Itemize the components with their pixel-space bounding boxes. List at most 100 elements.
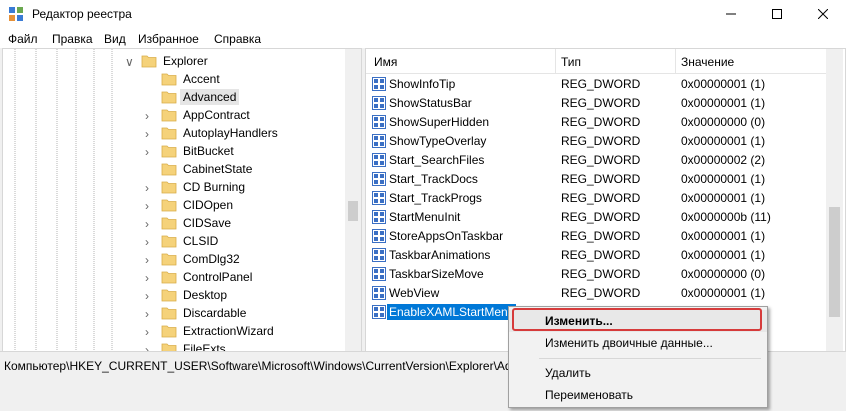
table-row[interactable]: ShowStatusBar REG_DWORD 0x00000001 (1) (366, 94, 826, 113)
menu-favorites[interactable]: Избранное (138, 32, 199, 46)
list-scrollbar-thumb[interactable] (829, 207, 840, 317)
reg-dword-icon (372, 229, 386, 243)
tree-item[interactable]: › Discardable (3, 304, 343, 322)
table-row[interactable]: ShowInfoTip REG_DWORD 0x00000001 (1) (366, 75, 826, 94)
column-separator (555, 49, 556, 73)
tree-item[interactable]: CabinetState (3, 160, 343, 178)
context-separator (539, 358, 761, 359)
reg-dword-icon (372, 248, 386, 262)
column-value[interactable]: Значение (681, 55, 734, 69)
reg-dword-icon (372, 134, 386, 148)
column-type[interactable]: Тип (561, 55, 581, 69)
chevron-right-icon[interactable]: › (145, 307, 157, 321)
table-row[interactable]: Start_TrackProgs REG_DWORD 0x00000001 (1) (366, 189, 826, 208)
context-delete[interactable]: Удалить (509, 362, 767, 384)
chevron-right-icon[interactable]: › (145, 217, 157, 231)
tree-scrollbar-thumb[interactable] (348, 201, 358, 221)
folder-icon (161, 198, 177, 212)
chevron-right-icon[interactable]: › (145, 325, 157, 339)
table-row[interactable]: StoreAppsOnTaskbar REG_DWORD 0x00000001 (1… (366, 227, 826, 246)
column-separator (675, 49, 676, 73)
value-type: REG_DWORD (561, 248, 641, 262)
chevron-right-icon[interactable]: › (145, 289, 157, 303)
table-row[interactable]: Start_TrackDocs REG_DWORD 0x00000001 (1) (366, 170, 826, 189)
menu-view[interactable]: Вид (104, 32, 126, 46)
value-type: REG_DWORD (561, 229, 641, 243)
value-name: TaskbarSizeMove (389, 267, 484, 281)
menu-edit[interactable]: Правка (52, 32, 93, 46)
reg-dword-icon (372, 267, 386, 281)
folder-icon (161, 270, 177, 284)
tree-item[interactable]: ∨ Explorer (3, 52, 343, 70)
value-type: REG_DWORD (561, 191, 641, 205)
chevron-right-icon[interactable]: › (145, 199, 157, 213)
tree-item[interactable]: › BitBucket (3, 142, 343, 160)
menu-file[interactable]: Файл (8, 32, 38, 46)
maximize-icon (772, 9, 782, 19)
list-scrollbar[interactable] (826, 49, 843, 352)
tree-item[interactable]: › ControlPanel (3, 268, 343, 286)
value-name: StoreAppsOnTaskbar (389, 229, 504, 243)
folder-icon (161, 252, 177, 266)
table-row[interactable]: TaskbarSizeMove REG_DWORD 0x00000000 (0) (366, 265, 826, 284)
tree-item[interactable]: Accent (3, 70, 343, 88)
value-data: 0x00000001 (1) (681, 248, 766, 262)
tree-item-label: Accent (183, 72, 220, 86)
value-type: REG_DWORD (561, 286, 641, 300)
chevron-right-icon[interactable]: › (145, 127, 157, 141)
tree-pane[interactable]: ∨ Explorer Accent Advanced › AppContract › Auto… (2, 48, 362, 353)
table-row[interactable]: TaskbarAnimations REG_DWORD 0x00000001 (1) (366, 246, 826, 265)
value-data: 0x00000001 (1) (681, 96, 766, 110)
chevron-right-icon[interactable]: › (145, 271, 157, 285)
tree-item[interactable]: › CLSID (3, 232, 343, 250)
tree-item[interactable]: › Desktop (3, 286, 343, 304)
column-name[interactable]: Имя (374, 55, 397, 69)
maximize-button[interactable] (754, 0, 800, 28)
chevron-right-icon[interactable]: › (145, 253, 157, 267)
table-row[interactable]: StartMenuInit REG_DWORD 0x0000000b (11) (366, 208, 826, 227)
reg-dword-icon (372, 305, 386, 319)
reg-dword-icon (372, 96, 386, 110)
value-data: 0x00000001 (1) (681, 286, 766, 300)
tree-item[interactable]: › ComDlg32 (3, 250, 343, 268)
value-type: REG_DWORD (561, 210, 641, 224)
tree-item[interactable]: › CIDOpen (3, 196, 343, 214)
menu-help[interactable]: Справка (214, 32, 261, 46)
chevron-right-icon[interactable]: › (145, 109, 157, 123)
table-row[interactable]: Start_SearchFiles REG_DWORD 0x00000002 (2) (366, 151, 826, 170)
close-icon (818, 9, 828, 19)
value-name: ShowTypeOverlay (389, 134, 487, 148)
value-type: REG_DWORD (561, 267, 641, 281)
tree-item[interactable]: › AppContract (3, 106, 343, 124)
close-button[interactable] (800, 0, 846, 28)
registry-editor-icon (9, 7, 23, 21)
minimize-button[interactable] (708, 0, 754, 28)
value-data: 0x0000000b (11) (681, 210, 771, 224)
tree-item[interactable]: Advanced (3, 88, 343, 106)
tree-item[interactable]: › CIDSave (3, 214, 343, 232)
reg-dword-icon (372, 286, 386, 300)
value-data: 0x00000001 (1) (681, 134, 766, 148)
tree-item-label: AutoplayHandlers (183, 126, 278, 140)
reg-dword-icon (372, 210, 386, 224)
value-name: Start_TrackDocs (389, 172, 478, 186)
chevron-right-icon[interactable]: › (145, 145, 157, 159)
chevron-down-icon[interactable]: ∨ (125, 55, 137, 69)
tree-scrollbar[interactable] (345, 49, 361, 352)
chevron-right-icon[interactable]: › (145, 181, 157, 195)
context-modify-binary-label: Изменить двоичные данные... (545, 336, 713, 350)
value-type: REG_DWORD (561, 172, 641, 186)
table-row[interactable]: WebView REG_DWORD 0x00000001 (1) (366, 284, 826, 303)
value-data: 0x00000000 (0) (681, 115, 766, 129)
tree-item[interactable]: › AutoplayHandlers (3, 124, 343, 142)
table-row[interactable]: ShowTypeOverlay REG_DWORD 0x00000001 (1) (366, 132, 826, 151)
context-rename[interactable]: Переименовать (509, 384, 767, 406)
tree-item[interactable]: › ExtractionWizard (3, 322, 343, 340)
table-row[interactable]: ShowSuperHidden REG_DWORD 0x00000000 (0) (366, 113, 826, 132)
tree-item-label: Discardable (183, 306, 247, 320)
tree-item[interactable]: › CD Burning (3, 178, 343, 196)
folder-icon (161, 234, 177, 248)
context-modify-binary[interactable]: Изменить двоичные данные... (509, 332, 767, 354)
context-rename-label: Переименовать (545, 388, 633, 402)
chevron-right-icon[interactable]: › (145, 235, 157, 249)
